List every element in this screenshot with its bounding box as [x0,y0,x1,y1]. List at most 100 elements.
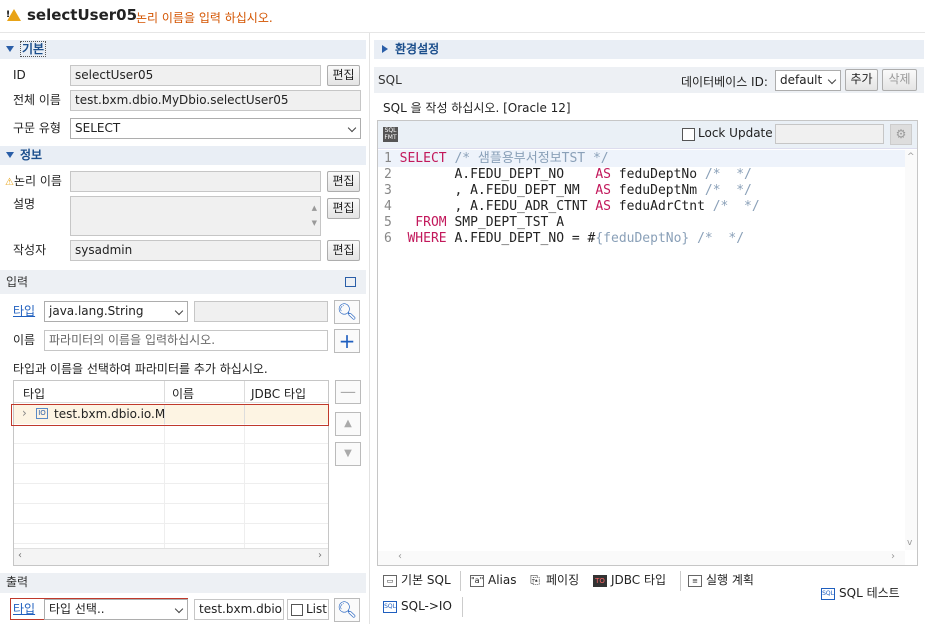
sql-token: feduDeptNo [610,167,705,182]
sql-line[interactable]: 6 WHERE A.FEDU_DEPT_NO = #{feduDeptNo} /… [384,231,904,247]
format-icon[interactable]: SQL FMT [383,127,398,142]
input-type-link[interactable]: 타입 [13,301,35,321]
sql-test-button[interactable]: SQL SQL 테스트 [821,584,900,602]
chevron-down-icon [347,123,357,133]
line-number: 6 [384,231,400,246]
scroll-down-icon[interactable]: ▼ [312,214,317,233]
section-basic[interactable]: 기본 [0,40,366,59]
horizontal-scrollbar[interactable]: ‹ › [14,548,328,565]
logical-name-field[interactable] [70,171,321,192]
sql-line[interactable]: 5 FROM SMP_DEPT_TST A [384,215,904,231]
table-header: 타입 이름 JDBC 타입 [14,381,328,403]
scroll-down-icon[interactable]: v [907,538,912,548]
sql-line[interactable]: 3 , A.FEDU_DEPT_NM AS feduDeptNm /* */ [384,183,904,199]
jdbc-type-button[interactable]: TO JDBC 타입 [593,571,666,589]
vertical-scrollbar[interactable]: ^ v [905,150,917,550]
fullname-label: 전체 이름 [13,93,61,107]
sql-line[interactable]: 2 A.FEDU_DEPT_NO AS feduDeptNo /* */ [384,167,904,183]
lock-update-checkbox[interactable] [682,128,695,141]
logical-name-label: ⚠논리 이름 [5,174,62,188]
sql-token: /* */ [712,199,760,214]
editor-toolbar: SQL FMT Lock Update ⚙ [378,121,917,149]
scroll-right-icon[interactable]: › [318,550,322,561]
sql-line[interactable]: 4 , A.FEDU_ADR_CTNT AS feduAdrCtnt /* */ [384,199,904,215]
description-field[interactable]: ▲ ▼ [70,196,321,236]
param-name-input[interactable]: 파라미터의 이름을 입력하십시오. [44,330,328,351]
sql-token: , A.FEDU_DEPT_NM [399,183,596,198]
scroll-left-icon[interactable]: ‹ [398,551,402,562]
id-edit-button[interactable]: 편집 [327,65,360,86]
sql-test-icon: SQL [821,587,835,600]
section-input: 입력 [0,270,366,294]
sql-token: /* */ [704,167,752,182]
sql-token: feduAdrCtnt [610,199,713,214]
author-edit-button[interactable]: 편집 [327,240,360,261]
page-title: selectUser05 [27,6,138,24]
scroll-right-icon[interactable]: › [891,551,895,562]
search-button[interactable]: 🔍︎ [334,300,360,324]
editor-header: ! selectUser05 논리 이름을 입력 하십시오. [0,0,925,33]
output-search-button[interactable]: 🔍︎ [334,598,360,622]
line-number: 5 [384,215,400,230]
sql-hint: SQL 을 작성 하십시오. [Oracle 12] [383,101,571,115]
add-db-button[interactable]: 추가 [845,69,878,91]
minus-icon: — [340,382,356,401]
statement-type-select[interactable]: SELECT [70,118,361,139]
sql-editor[interactable]: SQL FMT Lock Update ⚙ 1 SELECT /* 샘플용부서정보… [377,120,918,566]
collapse-icon [6,152,14,158]
output-type-select[interactable]: 타입 선택.. [44,599,188,620]
input-type-field[interactable] [194,301,328,322]
move-down-button[interactable]: ▼ [335,442,361,466]
id-field[interactable]: selectUser05 [70,65,321,86]
col-jdbc[interactable]: JDBC 타입 [251,385,306,402]
paging-button[interactable]: ⎘ 페이징 [528,571,579,589]
list-checkbox-group[interactable]: List [287,599,329,620]
col-type[interactable]: 타입 [23,385,45,402]
scroll-left-icon[interactable]: ‹ [18,550,22,561]
sql-token: /* 샘플용부서정보TST */ [446,151,609,166]
sql-header: SQL 데이터베이스 ID: default 추가 삭제 [374,67,924,93]
remove-param-button[interactable]: — [335,380,361,404]
chevron-down-icon [174,604,184,614]
add-param-button[interactable]: + [334,329,360,353]
section-info[interactable]: 정보 [0,146,366,165]
horizontal-scrollbar[interactable]: ‹ › [378,551,905,565]
sql-token: /* */ [697,231,745,246]
alias-icon: "a" [470,574,484,587]
alias-button[interactable]: "a" Alias [470,571,516,589]
basic-sql-button[interactable]: ▭ 기본 SQL [383,571,451,589]
settings-icon[interactable]: ⚙ [890,124,912,145]
sql-token: /* */ [704,183,752,198]
sql-line[interactable]: 1 SELECT /* 샘플용부서정보TST */ [384,151,904,167]
section-env[interactable]: 환경설정 [374,40,924,59]
collapse-all-icon[interactable] [345,277,356,287]
sql-code[interactable]: 1 SELECT /* 샘플용부서정보TST */2 A.FEDU_DEPT_N… [384,151,904,546]
db-id-select[interactable]: default [775,70,841,91]
input-hint: 타입과 이름을 선택하여 파라미터를 추가 하십시오. [13,362,268,376]
logical-edit-button[interactable]: 편집 [327,171,360,192]
output-type-link[interactable]: 타입 [13,599,35,619]
sql-to-io-button[interactable]: SQL SQL->IO [383,597,452,615]
sql-token: WHERE [399,231,447,246]
delete-db-button[interactable]: 삭제 [882,69,917,91]
search-icon: 🔍︎ [336,600,358,619]
scroll-up-icon[interactable]: ^ [907,152,915,162]
sql-token: FROM [399,215,447,230]
lock-update-field[interactable] [775,124,884,144]
param-name-label: 이름 [13,333,36,347]
sql-token: AS [595,183,611,198]
sql-token: SMP_DEPT_TST A [446,215,565,230]
jdbc-icon: TO [593,574,607,587]
line-number: 3 [384,183,400,198]
paging-icon: ⎘ [530,572,540,587]
move-up-button[interactable]: ▲ [335,412,361,436]
col-name[interactable]: 이름 [172,385,194,402]
line-number: 4 [384,199,400,214]
execution-plan-button[interactable]: ≡ 실행 계획 [688,571,754,589]
list-checkbox[interactable] [291,604,303,616]
fullname-field: test.bxm.dbio.MyDbio.selectUser05 [70,90,361,111]
input-type-select[interactable]: java.lang.String [44,301,188,322]
description-edit-button[interactable]: 편집 [327,198,360,219]
output-class-field[interactable]: test.bxm.dbio.ic [194,599,284,620]
